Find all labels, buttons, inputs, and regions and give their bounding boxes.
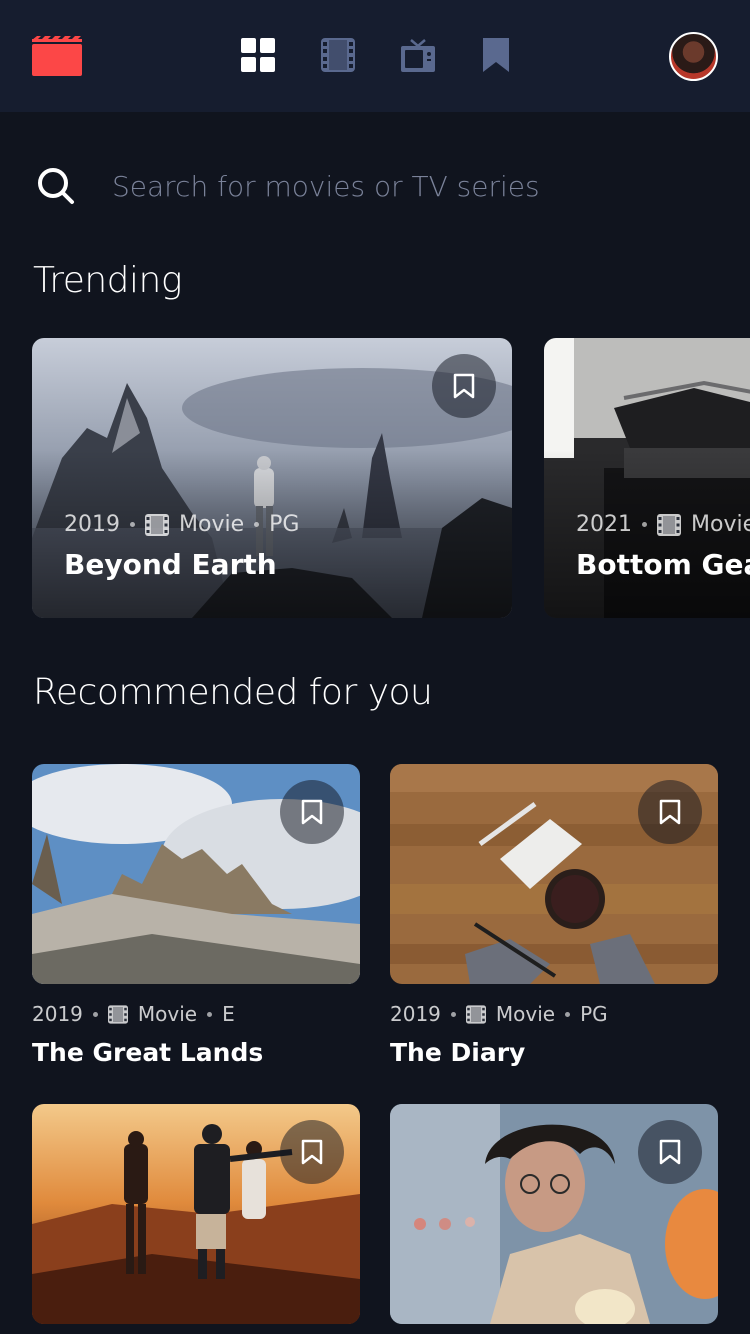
year-label: 2019: [64, 512, 120, 537]
bookmark-empty-icon: [301, 1139, 323, 1165]
category-label: Movie: [179, 512, 245, 537]
bookmark-button[interactable]: [280, 780, 344, 844]
trending-title[interactable]: Beyond Earth: [64, 548, 277, 581]
bookmark-empty-icon: [659, 799, 681, 825]
bookmark-button[interactable]: [280, 1120, 344, 1184]
separator-dot: [642, 522, 647, 527]
rating-label: PG: [580, 1002, 608, 1026]
rating-label: PG: [269, 512, 300, 537]
category-label: Movie: [137, 1002, 198, 1026]
rating-label: E: [222, 1002, 235, 1026]
recommended-title[interactable]: The Great Lands: [32, 1038, 263, 1067]
trending-meta: 2021 Movie: [576, 512, 750, 537]
user-avatar[interactable]: [669, 32, 718, 81]
nav-tv-series-icon[interactable]: [401, 38, 435, 72]
bookmark-button[interactable]: [638, 780, 702, 844]
nav-movies-icon[interactable]: [321, 38, 355, 72]
bookmark-button[interactable]: [432, 354, 496, 418]
bookmark-empty-icon: [659, 1139, 681, 1165]
year-label: 2021: [576, 512, 632, 537]
recommended-title[interactable]: The Diary: [390, 1038, 525, 1067]
year-label: 2019: [32, 1002, 83, 1026]
recommended-meta: 2019 Movie E: [32, 1002, 235, 1026]
nav-bookmarks-icon[interactable]: [483, 38, 509, 72]
separator-dot: [130, 522, 135, 527]
search-icon: [38, 168, 74, 204]
separator-dot: [565, 1011, 571, 1017]
separator-dot: [254, 522, 260, 527]
movie-category-icon: [465, 1004, 486, 1024]
movie-category-icon: [107, 1004, 128, 1024]
trending-title[interactable]: Bottom Gear: [576, 548, 750, 581]
bookmark-button[interactable]: [638, 1120, 702, 1184]
trending-meta: 2019 Movie PG: [64, 512, 299, 537]
movie-category-icon: [145, 513, 169, 536]
bookmark-empty-icon: [301, 799, 323, 825]
bookmark-empty-icon: [453, 373, 475, 399]
separator-dot: [92, 1011, 98, 1017]
recommended-heading: Recommended for you: [33, 672, 433, 713]
nav-bar: [0, 0, 750, 112]
nav-home-icon[interactable]: [241, 38, 275, 72]
year-label: 2019: [390, 1002, 441, 1026]
search-input[interactable]: [112, 160, 712, 212]
separator-dot: [207, 1011, 213, 1017]
search-bar: [32, 160, 722, 212]
recommended-meta: 2019 Movie PG: [390, 1002, 608, 1026]
app-root: Trending: [0, 0, 750, 1334]
category-label: Movie: [691, 512, 750, 537]
category-label: Movie: [495, 1002, 556, 1026]
movie-category-icon: [657, 513, 681, 536]
separator-dot: [450, 1011, 456, 1017]
trending-heading: Trending: [33, 260, 182, 301]
logo-clapper-icon[interactable]: [32, 36, 82, 76]
